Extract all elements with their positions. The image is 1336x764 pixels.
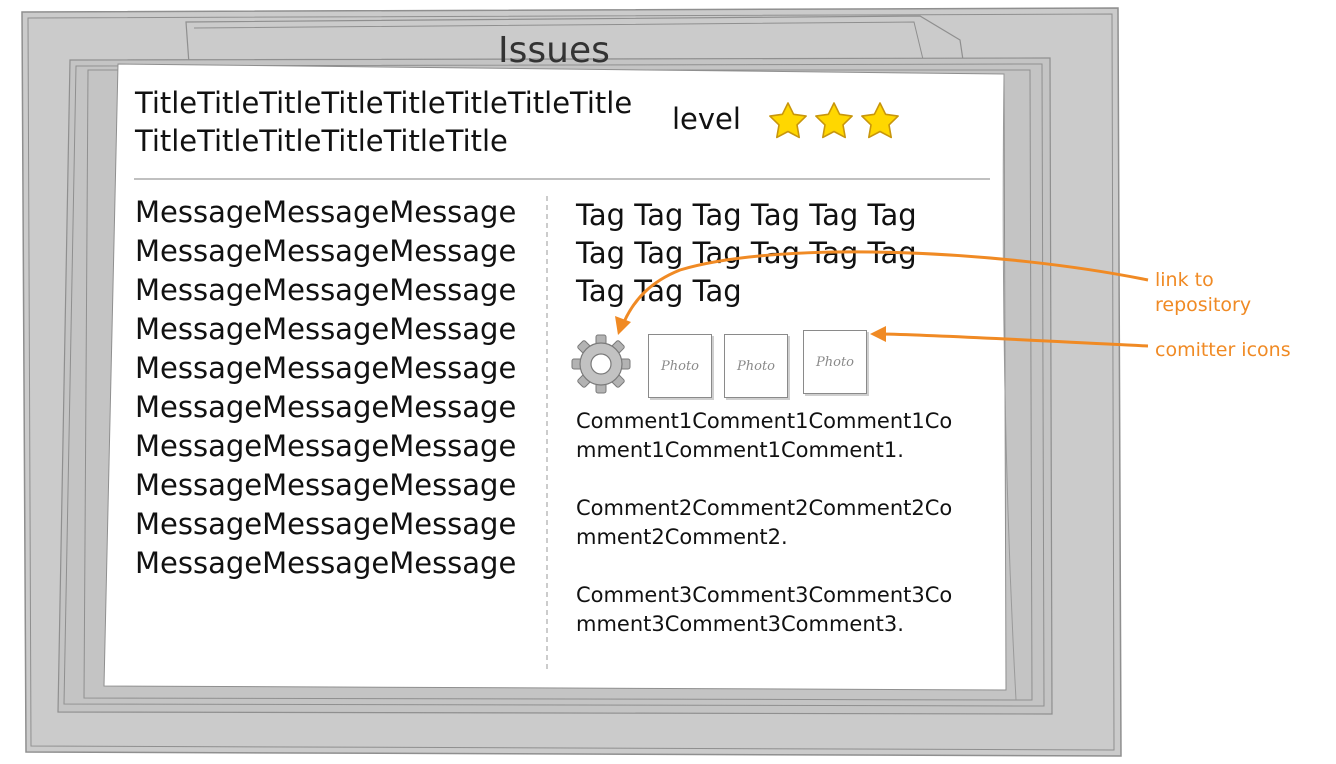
committer-photo[interactable]: Photo xyxy=(803,330,867,394)
comment-item: Comment3Comment3Comment3Comment3Comment3… xyxy=(576,583,953,636)
committer-photo[interactable]: Photo xyxy=(648,334,712,398)
level-label: level xyxy=(672,102,741,136)
photo-label: Photo xyxy=(661,358,699,374)
committer-photo[interactable]: Photo xyxy=(724,334,788,398)
comment-item: Comment2Comment2Comment2Comment2Comment2… xyxy=(576,496,953,549)
level-rating xyxy=(769,102,899,139)
photo-label: Photo xyxy=(737,358,775,374)
star-icon xyxy=(861,102,899,139)
issue-message: MessageMessageMessageMessageMessageMessa… xyxy=(135,195,517,580)
issue-title[interactable]: TitleTitleTitleTitleTitleTitleTitleTitle… xyxy=(135,84,645,160)
star-icon xyxy=(815,102,853,139)
gear-icon[interactable] xyxy=(570,333,632,395)
window-title: Issues xyxy=(498,30,610,71)
photo-label: Photo xyxy=(816,354,854,370)
repository-annotation: link to repository xyxy=(1155,269,1252,316)
star-icon xyxy=(769,102,807,139)
issue-tags[interactable]: Tag Tag Tag Tag Tag Tag Tag Tag Tag Tag … xyxy=(576,196,926,310)
comment-item: Comment1Comment1Comment1Comment1Comment1… xyxy=(576,409,953,462)
committers-annotation: comitter icons xyxy=(1155,339,1291,361)
comments-list: Comment1Comment1Comment1Comment1Comment1… xyxy=(576,407,961,665)
